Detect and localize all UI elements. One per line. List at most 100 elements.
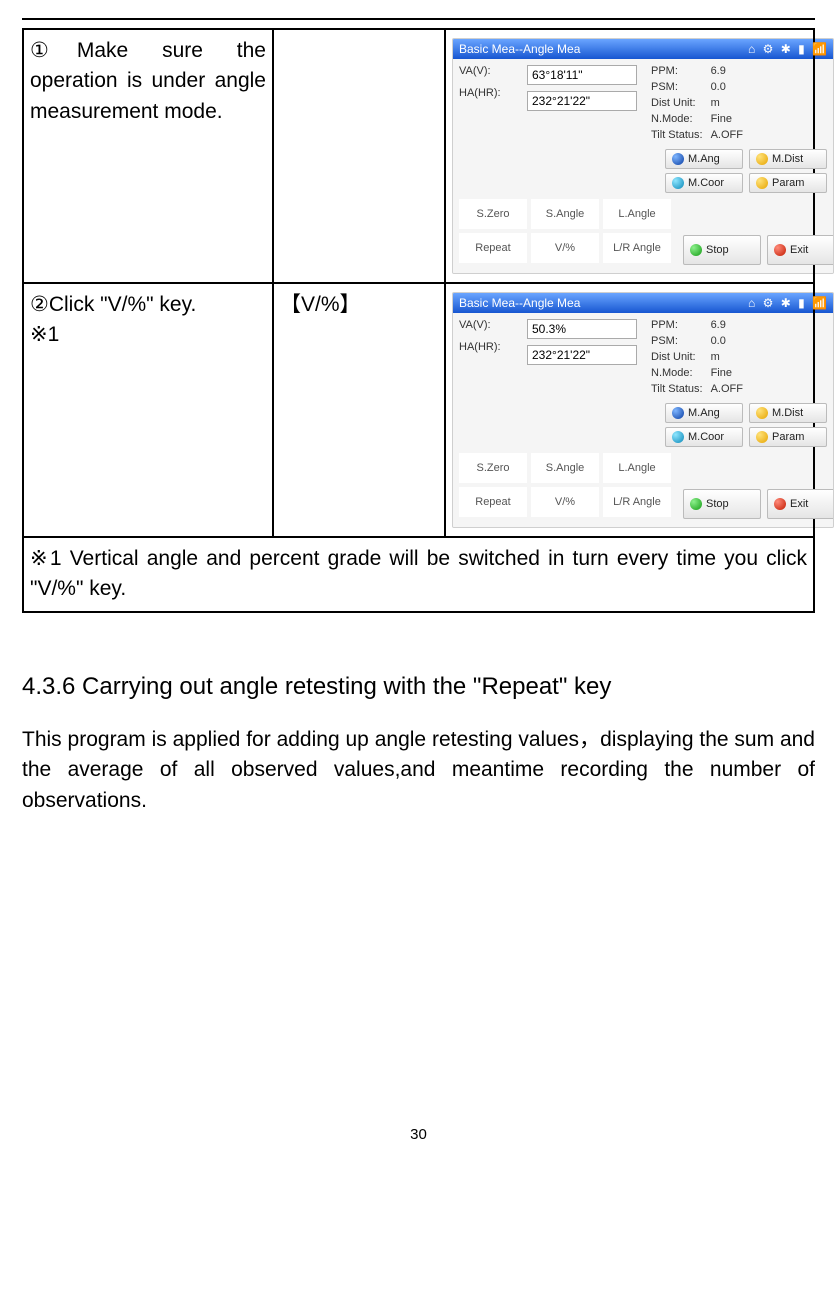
psm-value: 0.0 (711, 335, 743, 351)
stop-button[interactable]: Stop (683, 489, 761, 519)
window-title: Basic Mea--Angle Mea (459, 296, 580, 310)
sangle-key[interactable]: S.Angle (531, 453, 599, 483)
va-field[interactable] (527, 65, 637, 85)
button-row-1: M.Ang M.Dist (453, 147, 833, 171)
circle-icon (690, 498, 702, 510)
table-row: ①Make sure the operation is under angle … (23, 29, 814, 283)
repeat-key[interactable]: Repeat (459, 487, 527, 517)
ppm-value: 6.9 (711, 319, 743, 335)
step1-desc: ①Make sure the operation is under angle … (23, 29, 273, 283)
signal-icon: 📶 (812, 296, 827, 310)
stats-column: PPM: PSM: Dist Unit: N.Mode: Tilt Status… (651, 319, 827, 399)
szero-key[interactable]: S.Zero (459, 453, 527, 483)
softkeys: S.Zero S.Angle L.Angle Repeat V/% L/R An… (459, 199, 671, 265)
langle-key[interactable]: L.Angle (603, 453, 671, 483)
button-row-1: M.Ang M.Dist (453, 401, 833, 425)
step1-screenshot-cell: Basic Mea--Angle Mea ⌂ ⚙ ✱ ▮ 📶 VA(V): HA (445, 29, 814, 283)
window-title: Basic Mea--Angle Mea (459, 42, 580, 56)
circle-icon (690, 244, 702, 256)
sangle-key[interactable]: S.Angle (531, 199, 599, 229)
softkeys: S.Zero S.Angle L.Angle Repeat V/% L/R An… (459, 453, 671, 519)
nmode-value: Fine (711, 367, 743, 383)
mcoor-button[interactable]: M.Coor (665, 173, 743, 193)
mdist-button[interactable]: M.Dist (749, 403, 827, 423)
circle-icon (756, 153, 768, 165)
bluetooth-icon: ✱ (781, 296, 791, 310)
page-number: 30 (22, 1126, 815, 1143)
mang-button[interactable]: M.Ang (665, 403, 743, 423)
step2-key: 【V/%】 (273, 283, 445, 537)
dist-label: Dist Unit: (651, 351, 703, 367)
stats-column: PPM: PSM: Dist Unit: N.Mode: Tilt Status… (651, 65, 827, 145)
right-buttons: Stop Exit (683, 453, 834, 519)
mcoor-button[interactable]: M.Coor (665, 427, 743, 447)
lower-grid: S.Zero S.Angle L.Angle Repeat V/% L/R An… (453, 449, 833, 527)
param-button[interactable]: Param (749, 427, 827, 447)
szero-key[interactable]: S.Zero (459, 199, 527, 229)
note-text: ※1 Vertical angle and percent grade will… (23, 537, 814, 612)
circle-icon (672, 407, 684, 419)
circle-icon (774, 498, 786, 510)
nmode-label: N.Mode: (651, 367, 703, 383)
step2-line1: ②Click "V/%" key. (30, 290, 266, 320)
step2-screenshot-cell: Basic Mea--Angle Mea ⌂ ⚙ ✱ ▮ 📶 VA(V): HA (445, 283, 814, 537)
titlebar: Basic Mea--Angle Mea ⌂ ⚙ ✱ ▮ 📶 (453, 293, 833, 313)
table-row: ②Click "V/%" key. ※1 【V/%】 Basic Mea--An… (23, 283, 814, 537)
ha-field[interactable] (527, 345, 637, 365)
table-note-row: ※1 Vertical angle and percent grade will… (23, 537, 814, 612)
nmode-value: Fine (711, 113, 743, 129)
reading-values (527, 319, 645, 399)
step2-line2: ※1 (30, 320, 266, 350)
dist-label: Dist Unit: (651, 97, 703, 113)
nmode-label: N.Mode: (651, 113, 703, 129)
ppm-label: PPM: (651, 319, 703, 335)
va-label: VA(V): (459, 65, 521, 77)
exit-button[interactable]: Exit (767, 489, 834, 519)
titlebar: Basic Mea--Angle Mea ⌂ ⚙ ✱ ▮ 📶 (453, 39, 833, 59)
button-row-2: M.Coor Param (453, 171, 833, 195)
battery-icon: ▮ (798, 42, 805, 56)
lower-grid: S.Zero S.Angle L.Angle Repeat V/% L/R An… (453, 195, 833, 273)
section-paragraph: This program is applied for adding up an… (22, 725, 815, 816)
psm-value: 0.0 (711, 81, 743, 97)
top-rule (22, 18, 815, 20)
ha-field[interactable] (527, 91, 637, 111)
device-screenshot-2: Basic Mea--Angle Mea ⌂ ⚙ ✱ ▮ 📶 VA(V): HA (452, 292, 834, 528)
status-icons: ⌂ ⚙ ✱ ▮ 📶 (744, 296, 827, 310)
mang-button[interactable]: M.Ang (665, 149, 743, 169)
va-field[interactable] (527, 319, 637, 339)
ha-label: HA(HR): (459, 87, 521, 99)
repeat-key[interactable]: Repeat (459, 233, 527, 263)
lrangle-key[interactable]: L/R Angle (603, 233, 671, 263)
device-screenshot-1: Basic Mea--Angle Mea ⌂ ⚙ ✱ ▮ 📶 VA(V): HA (452, 38, 834, 274)
circle-icon (672, 431, 684, 443)
vpercent-key[interactable]: V/% (531, 487, 599, 517)
tilt-label: Tilt Status: (651, 129, 703, 145)
mdist-button[interactable]: M.Dist (749, 149, 827, 169)
vpercent-key[interactable]: V/% (531, 233, 599, 263)
tilt-label: Tilt Status: (651, 383, 703, 399)
document-page: ①Make sure the operation is under angle … (0, 0, 837, 1165)
circle-icon (774, 244, 786, 256)
ha-label: HA(HR): (459, 341, 521, 353)
lrangle-key[interactable]: L/R Angle (603, 487, 671, 517)
home-icon: ⌂ (748, 296, 755, 310)
step1-key (273, 29, 445, 283)
status-icons: ⌂ ⚙ ✱ ▮ 📶 (744, 42, 827, 56)
ppm-value: 6.9 (711, 65, 743, 81)
stop-button[interactable]: Stop (683, 235, 761, 265)
button-row-2: M.Coor Param (453, 425, 833, 449)
step2-desc: ②Click "V/%" key. ※1 (23, 283, 273, 537)
dist-value: m (711, 351, 743, 367)
circle-icon (756, 431, 768, 443)
exit-button[interactable]: Exit (767, 235, 834, 265)
langle-key[interactable]: L.Angle (603, 199, 671, 229)
ppm-label: PPM: (651, 65, 703, 81)
signal-icon: 📶 (812, 42, 827, 56)
circle-icon (672, 153, 684, 165)
param-button[interactable]: Param (749, 173, 827, 193)
psm-label: PSM: (651, 335, 703, 351)
gear-icon: ⚙ (763, 296, 774, 310)
circle-icon (756, 177, 768, 189)
circle-icon (756, 407, 768, 419)
